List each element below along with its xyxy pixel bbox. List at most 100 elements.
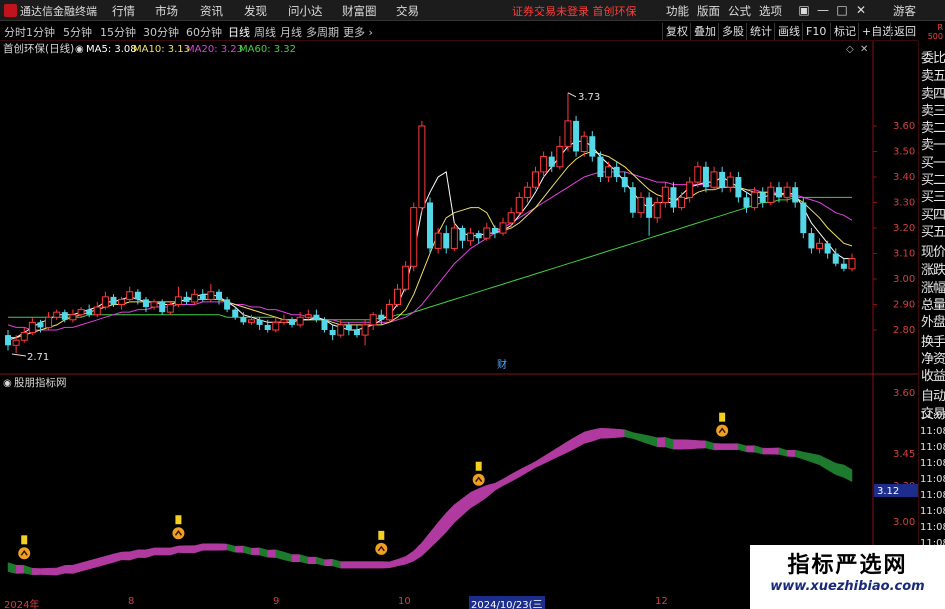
toolbar-fuquan[interactable]: 复权 xyxy=(662,23,691,40)
indicator-band-segment xyxy=(405,550,415,565)
kline-chart[interactable]: 首创环保(日线) ◉ MA5: 3.08 MA10: 3.13 MA20: 3.… xyxy=(0,41,918,596)
indicator-band-segment xyxy=(194,543,204,554)
period-60min[interactable]: 60分钟 xyxy=(186,24,222,40)
candle-body-up xyxy=(174,296,182,306)
side-price[interactable]: 现价 xyxy=(921,241,945,260)
candle-body-up xyxy=(434,232,442,249)
indicator-band xyxy=(7,427,853,576)
settings-diamond-icon[interactable]: ◇ xyxy=(846,44,854,55)
indicator-band-segment xyxy=(721,443,731,450)
financial-report-marker[interactable]: 财 xyxy=(497,358,507,371)
user-guest[interactable]: 游客 xyxy=(893,3,916,19)
close-panel-icon[interactable]: ✕ xyxy=(860,44,868,55)
period-fenshi[interactable]: 分时 xyxy=(4,24,26,40)
menu-banmian[interactable]: 版面 xyxy=(697,3,720,19)
candle-body-up xyxy=(150,301,158,308)
candle-body-up xyxy=(304,314,312,318)
candle-body-up xyxy=(402,265,410,290)
candle-body-down xyxy=(548,156,555,167)
candle-body-down xyxy=(264,324,271,330)
menu-gongshi[interactable]: 公式 xyxy=(728,3,751,19)
period-monthly[interactable]: 月线 xyxy=(280,24,302,40)
side-buy5[interactable]: 买五 xyxy=(921,221,945,240)
price-axis: 3.60 3.50 3.40 3.30 3.20 3.10 3.00 2.90 2.80 xyxy=(873,121,915,336)
side-time: 11:08 xyxy=(920,522,945,533)
indicator-band-segment xyxy=(80,560,90,572)
candle-body-down xyxy=(240,317,247,323)
candle-body-up xyxy=(280,319,288,323)
side-outer[interactable]: 外盘 xyxy=(921,311,945,330)
minimize-icon[interactable]: — xyxy=(815,2,831,18)
side-weibi[interactable]: 委比 xyxy=(921,47,945,66)
candle-body-up xyxy=(540,156,548,173)
indicator-band-segment xyxy=(332,558,341,569)
side-earnings[interactable]: 收益 xyxy=(921,365,945,384)
indicator-band-segment xyxy=(421,531,431,557)
menu-caifuquan[interactable]: 财富圈 xyxy=(342,3,377,19)
app-logo-icon xyxy=(4,4,17,17)
candle-body-down xyxy=(313,314,320,320)
menu-jiaoyi[interactable]: 交易 xyxy=(396,3,419,19)
indicator-band-segment xyxy=(510,469,520,482)
toolbar-huaxian[interactable]: 画线 xyxy=(774,23,803,40)
candle-body-up xyxy=(556,145,564,168)
candle-body-down xyxy=(256,319,263,325)
side-change[interactable]: 涨跌 xyxy=(921,259,945,278)
menu-xuanxiang[interactable]: 选项 xyxy=(759,3,782,19)
side-sell5[interactable]: 卖五 xyxy=(921,65,945,84)
side-time: 11:08 xyxy=(920,474,945,485)
candle-body-down xyxy=(735,177,742,198)
toolbar-f10[interactable]: F10 xyxy=(802,23,829,40)
period-15min[interactable]: 15分钟 xyxy=(100,24,136,40)
menu-faxian[interactable]: 发现 xyxy=(244,3,267,19)
indicator-band-segment xyxy=(567,436,577,453)
toolbar-biaoji[interactable]: 标记 xyxy=(830,23,859,40)
indicator-band-segment xyxy=(129,549,139,561)
candle-body-up xyxy=(678,196,686,209)
signal-bar xyxy=(719,412,726,422)
close-icon[interactable]: ✕ xyxy=(853,2,869,18)
indicator-band-segment xyxy=(413,542,423,562)
side-buy3[interactable]: 买三 xyxy=(921,186,945,205)
side-time: 11:08 xyxy=(920,506,945,517)
watermark-title: 指标严选网 xyxy=(787,553,908,578)
toolbar-back[interactable]: 返回 xyxy=(890,23,919,40)
buy-signal-icon xyxy=(472,473,485,486)
menu-zixun[interactable]: 资讯 xyxy=(200,3,223,19)
indicator-band-segment xyxy=(494,478,504,491)
chevron-down-icon[interactable]: ◉ xyxy=(3,378,12,389)
period-1min[interactable]: 1分钟 xyxy=(26,24,55,40)
period-weekly[interactable]: 周线 xyxy=(254,24,276,40)
period-multi[interactable]: 多周期 xyxy=(306,24,339,40)
menu-shichang[interactable]: 市场 xyxy=(155,3,178,19)
indicator-band-segment xyxy=(648,435,658,448)
candle-body-up xyxy=(450,227,458,249)
candle-body-up xyxy=(337,324,345,336)
indicator-band-segment xyxy=(754,445,763,455)
candle-body-down xyxy=(808,233,815,249)
menu-hangqing[interactable]: 行情 xyxy=(112,3,135,19)
candle-body-up xyxy=(726,176,734,188)
buy-signal-icon xyxy=(716,424,729,437)
period-5min[interactable]: 5分钟 xyxy=(63,24,92,40)
menu-gongneng[interactable]: 功能 xyxy=(666,3,689,19)
chevron-down-icon[interactable]: ◉ xyxy=(75,44,84,55)
side-sell1[interactable]: 卖一 xyxy=(921,134,945,153)
indicator-band-segment xyxy=(656,437,666,448)
toolbar-duogu[interactable]: 多股 xyxy=(718,23,747,40)
candle-body-up xyxy=(69,314,77,321)
menu-wenxiaoda[interactable]: 问小达 xyxy=(288,3,323,19)
period-more[interactable]: 更多 › xyxy=(343,24,373,40)
indicator-band-segment xyxy=(746,445,755,453)
indicator-band-segment xyxy=(689,439,699,450)
toolbar-tongji[interactable]: 统计 xyxy=(746,23,775,40)
side-auto[interactable]: 自动 xyxy=(921,385,945,404)
period-daily[interactable]: 日线 xyxy=(228,24,250,40)
restore-icon[interactable]: ▣ xyxy=(796,2,812,18)
candle-body-down xyxy=(289,319,296,325)
maximize-icon[interactable]: □ xyxy=(834,2,850,18)
login-notice[interactable]: 证券交易未登录 首创环保 xyxy=(512,3,637,19)
indicator-band-segment xyxy=(210,543,220,551)
toolbar-diejia[interactable]: 叠加 xyxy=(690,23,719,40)
period-30min[interactable]: 30分钟 xyxy=(143,24,179,40)
